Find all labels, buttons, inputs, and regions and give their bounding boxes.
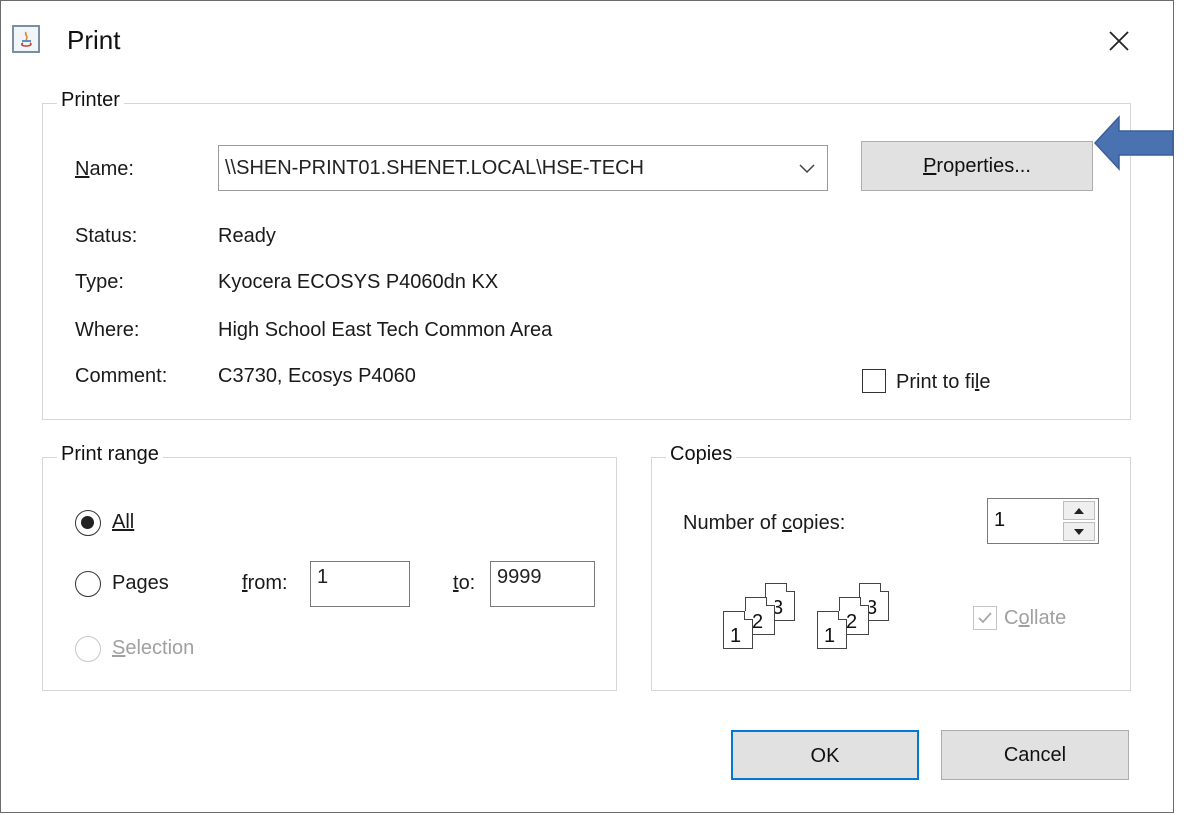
from-label: from: <box>242 572 288 594</box>
copies-value: 1 <box>994 509 1006 531</box>
print-to-file-label[interactable]: Print to file <box>896 371 991 394</box>
comment-value: C3730, Ecosys P4060 <box>218 365 416 387</box>
copies-legend: Copies <box>666 443 737 466</box>
all-label[interactable]: All <box>112 511 134 534</box>
to-input[interactable]: 9999 <box>490 561 595 607</box>
printer-group-legend: Printer <box>57 89 124 112</box>
collate-stack-icon: 3 2 1 <box>721 583 811 655</box>
cancel-button[interactable]: Cancel <box>941 730 1129 780</box>
pages-radio[interactable] <box>75 571 101 597</box>
print-to-file-checkbox[interactable] <box>862 369 886 393</box>
collate-label: Collate <box>1004 607 1067 629</box>
window-title: Print <box>67 25 121 55</box>
java-icon <box>12 25 40 53</box>
selection-label: Selection <box>112 637 195 659</box>
copies-group <box>651 457 1131 691</box>
pages-label[interactable]: Pages <box>112 572 169 595</box>
ok-button[interactable]: OK <box>731 730 919 780</box>
spin-up-button[interactable] <box>1063 501 1095 520</box>
where-label: Where: <box>75 319 140 341</box>
close-button[interactable] <box>1099 21 1139 61</box>
spin-down-button[interactable] <box>1063 522 1095 541</box>
to-label: to: <box>453 572 476 594</box>
triangle-up-icon <box>1074 508 1084 514</box>
checkmark-icon <box>978 612 992 624</box>
print-range-legend: Print range <box>57 443 163 466</box>
radio-selected-dot <box>81 516 94 529</box>
name-label: Name: <box>75 158 134 180</box>
copies-spinner[interactable]: 1 <box>987 498 1099 544</box>
printer-name-select[interactable]: \\SHEN-PRINT01.SHENET.LOCAL\HSE-TECH <box>218 145 828 191</box>
print-dialog: Print Printer Name: \\SHEN-PRINT01.SHENE… <box>0 0 1174 813</box>
triangle-down-icon <box>1074 529 1084 535</box>
status-value: Ready <box>218 225 276 247</box>
properties-button[interactable]: Properties... <box>861 141 1093 191</box>
from-input[interactable]: 1 <box>310 561 410 607</box>
comment-label: Comment: <box>75 365 168 387</box>
page-icon: 1 <box>817 611 847 649</box>
type-label: Type: <box>75 271 124 293</box>
type-value: Kyocera ECOSYS P4060dn KX <box>218 271 499 293</box>
status-label: Status: <box>75 225 138 247</box>
printer-name-value: \\SHEN-PRINT01.SHENET.LOCAL\HSE-TECH <box>225 157 644 179</box>
chevron-down-icon <box>799 164 815 174</box>
where-value: High School East Tech Common Area <box>218 319 553 341</box>
title-bar: Print <box>1 1 1173 83</box>
selection-radio <box>75 636 101 662</box>
collate-stack-icon: 3 2 1 <box>815 583 905 655</box>
collate-checkbox <box>973 606 997 630</box>
all-radio[interactable] <box>75 510 101 536</box>
number-of-copies-label: Number of copies: <box>683 512 846 534</box>
page-icon: 1 <box>723 611 753 649</box>
close-icon <box>1109 31 1129 51</box>
annotation-arrow-icon <box>1093 115 1174 171</box>
